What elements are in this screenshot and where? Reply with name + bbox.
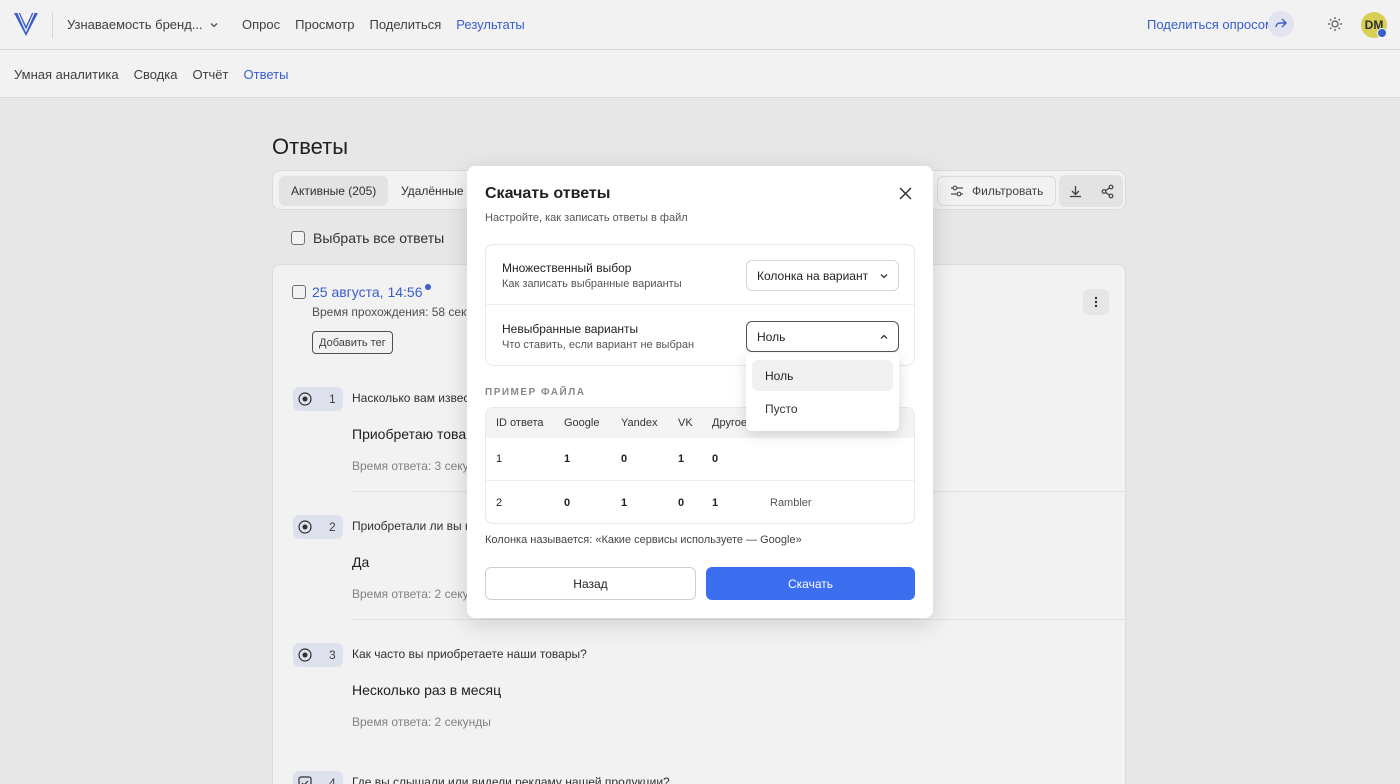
unselected-value-select[interactable]: Ноль: [746, 321, 899, 352]
table-cell: 0: [621, 453, 628, 465]
table-cell: 1: [678, 453, 685, 465]
table-cell: 0: [564, 497, 571, 509]
column-header: ID ответа: [496, 417, 544, 429]
close-icon[interactable]: [897, 185, 914, 202]
table-cell: 1: [621, 497, 628, 509]
back-button[interactable]: Назад: [485, 567, 696, 600]
dialog-title: Скачать ответы: [485, 185, 611, 202]
table-cell: 1: [564, 453, 571, 465]
chevron-down-icon: [880, 274, 888, 279]
select-value: Ноль: [757, 329, 786, 344]
column-header: VK: [678, 417, 693, 429]
table-row: 2 0 1 0 1 Rambler: [486, 482, 914, 523]
table-cell: 2: [496, 497, 503, 509]
multiple-choice-select[interactable]: Колонка на вариант: [746, 260, 899, 291]
download-submit-button[interactable]: Скачать: [706, 567, 915, 600]
setting-label: Невыбранные варианты: [502, 322, 639, 336]
dropdown-option-empty[interactable]: Пусто: [752, 393, 893, 424]
setting-description: Что ставить, если вариант не выбран: [502, 339, 695, 351]
chevron-up-icon: [880, 334, 888, 339]
setting-label: Множественный выбор: [502, 261, 632, 275]
table-cell: 0: [712, 453, 719, 465]
example-section-label: ПРИМЕР ФАЙЛА: [485, 387, 586, 398]
column-header: Google: [564, 417, 600, 429]
dropdown-option-zero[interactable]: Ноль: [752, 360, 893, 391]
column-header: Другое: [712, 417, 747, 429]
table-cell: 1: [496, 453, 503, 465]
select-value: Колонка на вариант: [757, 268, 869, 283]
table-cell: 0: [678, 497, 685, 509]
table-cell: 1: [712, 497, 719, 509]
dialog-subtitle: Настройте, как записать ответы в файл: [485, 212, 688, 224]
column-header: Yandex: [621, 417, 658, 429]
unselected-value-dropdown: Ноль Пусто: [746, 353, 899, 431]
table-row: 1 1 0 1 0: [486, 438, 914, 481]
setting-multiple-choice: Множественный выбор Как записать выбранн…: [486, 245, 914, 305]
export-settings: Множественный выбор Как записать выбранн…: [485, 244, 915, 366]
column-name-note: Колонка называется: «Какие сервисы испол…: [485, 534, 802, 546]
table-cell: Rambler: [770, 497, 812, 509]
setting-description: Как записать выбранные варианты: [502, 278, 682, 290]
